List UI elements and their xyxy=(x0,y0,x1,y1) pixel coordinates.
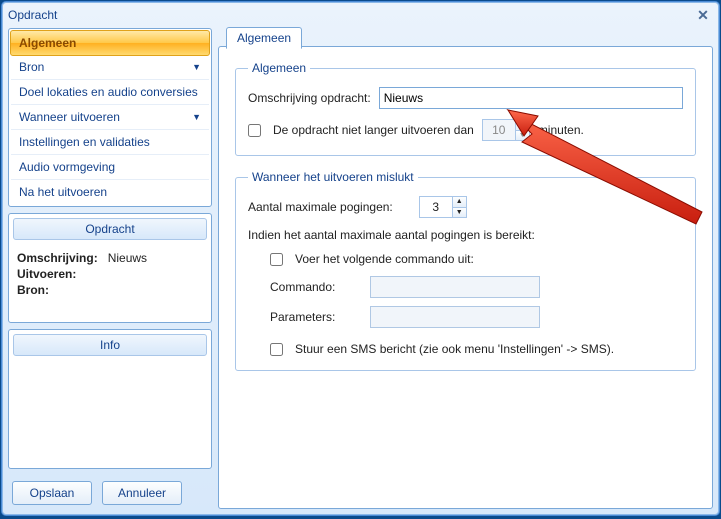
nav-item-label: Wanneer uitvoeren xyxy=(19,110,120,124)
timeout-spinner[interactable]: ▲▼ xyxy=(482,119,530,141)
dialog-buttons: Opslaan Annuleer xyxy=(8,475,212,509)
param-input[interactable] xyxy=(370,306,540,328)
chevron-down-icon: ▼ xyxy=(192,112,201,122)
left-column: Algemeen Bron ▼ Doel lokaties en audio conv… xyxy=(8,28,212,509)
timeout-label: De opdracht niet langer uitvoeren dan xyxy=(273,123,474,137)
close-button[interactable]: ✕ xyxy=(693,7,713,24)
cmd-input[interactable] xyxy=(370,276,540,298)
nav-panel: Algemeen Bron ▼ Doel lokaties en audio conv… xyxy=(8,28,212,207)
info-body xyxy=(9,360,211,372)
summary-omschrijving-label: Omschrijving: xyxy=(17,251,98,265)
reached-label: Indien het aantal maximale aantal poging… xyxy=(248,228,535,242)
param-label: Parameters: xyxy=(270,310,360,324)
timeout-unit: minuten. xyxy=(538,123,584,137)
nav-item-0[interactable]: Algemeen xyxy=(10,30,210,56)
cancel-button[interactable]: Annuleer xyxy=(102,481,182,505)
cmd-label: Commando: xyxy=(270,280,360,294)
nav-item-3[interactable]: Wanneer uitvoeren ▼ xyxy=(11,105,209,130)
nav-item-4[interactable]: Instellingen en validaties xyxy=(11,130,209,155)
group-fail: Wanneer het uitvoeren mislukt Aantal max… xyxy=(235,170,696,371)
info-header: Info xyxy=(13,334,207,356)
chevron-down-icon: ▼ xyxy=(192,62,201,72)
summary-panel: Opdracht Omschrijving: Nieuws Uitvoeren:… xyxy=(8,213,212,323)
summary-bron-label: Bron: xyxy=(17,283,49,297)
sms-check-label: Stuur een SMS bericht (zie ook menu 'Ins… xyxy=(295,342,614,356)
save-button[interactable]: Opslaan xyxy=(12,481,92,505)
group-general: Algemeen Omschrijving opdracht: De opdra… xyxy=(235,61,696,156)
group-fail-legend: Wanneer het uitvoeren mislukt xyxy=(248,170,418,184)
spin-up-icon[interactable]: ▲ xyxy=(515,120,529,131)
info-panel: Info xyxy=(8,329,212,469)
tab-algemeen[interactable]: Algemeen xyxy=(226,27,302,49)
right-column: Algemeen Algemeen Omschrijving opdracht:… xyxy=(218,28,713,509)
main-panel: Algemeen Omschrijving opdracht: De opdra… xyxy=(218,46,713,509)
group-general-legend: Algemeen xyxy=(248,61,310,75)
window-title: Opdracht xyxy=(8,8,57,22)
cmd-check-label: Voer het volgende commando uit: xyxy=(295,252,474,266)
nav-item-2[interactable]: Doel lokaties en audio conversies xyxy=(11,80,209,105)
nav-item-label: Bron xyxy=(19,60,44,74)
dialog-window: Opdracht ✕ Algemeen Bron ▼ Doel lokaties en… xyxy=(1,1,720,516)
spin-up-icon[interactable]: ▲ xyxy=(452,197,466,208)
max-spinner[interactable]: ▲▼ xyxy=(419,196,467,218)
sms-checkbox[interactable] xyxy=(270,343,283,356)
nav-item-1[interactable]: Bron ▼ xyxy=(11,55,209,80)
summary-body: Omschrijving: Nieuws Uitvoeren: Bron: xyxy=(9,244,211,304)
nav-item-label: Audio vormgeving xyxy=(19,160,115,174)
spin-down-icon[interactable]: ▼ xyxy=(515,131,529,141)
nav-item-6[interactable]: Na het uitvoeren xyxy=(11,180,209,204)
spin-down-icon[interactable]: ▼ xyxy=(452,208,466,218)
timeout-value[interactable] xyxy=(483,120,515,140)
nav-item-label: Na het uitvoeren xyxy=(19,185,107,199)
nav-item-label: Algemeen xyxy=(19,36,76,50)
summary-uitvoeren-label: Uitvoeren: xyxy=(17,267,76,281)
desc-label: Omschrijving opdracht: xyxy=(248,91,371,105)
cmd-checkbox[interactable] xyxy=(270,253,283,266)
desc-input[interactable] xyxy=(379,87,683,109)
nav-item-label: Doel lokaties en audio conversies xyxy=(19,85,198,99)
titlebar: Opdracht ✕ xyxy=(2,2,719,28)
max-label: Aantal maximale pogingen: xyxy=(248,200,393,214)
nav-item-label: Instellingen en validaties xyxy=(19,135,150,149)
max-value[interactable] xyxy=(420,197,452,217)
timeout-checkbox[interactable] xyxy=(248,124,261,137)
summary-header: Opdracht xyxy=(13,218,207,240)
nav-item-5[interactable]: Audio vormgeving xyxy=(11,155,209,180)
summary-omschrijving-value: Nieuws xyxy=(108,251,147,265)
